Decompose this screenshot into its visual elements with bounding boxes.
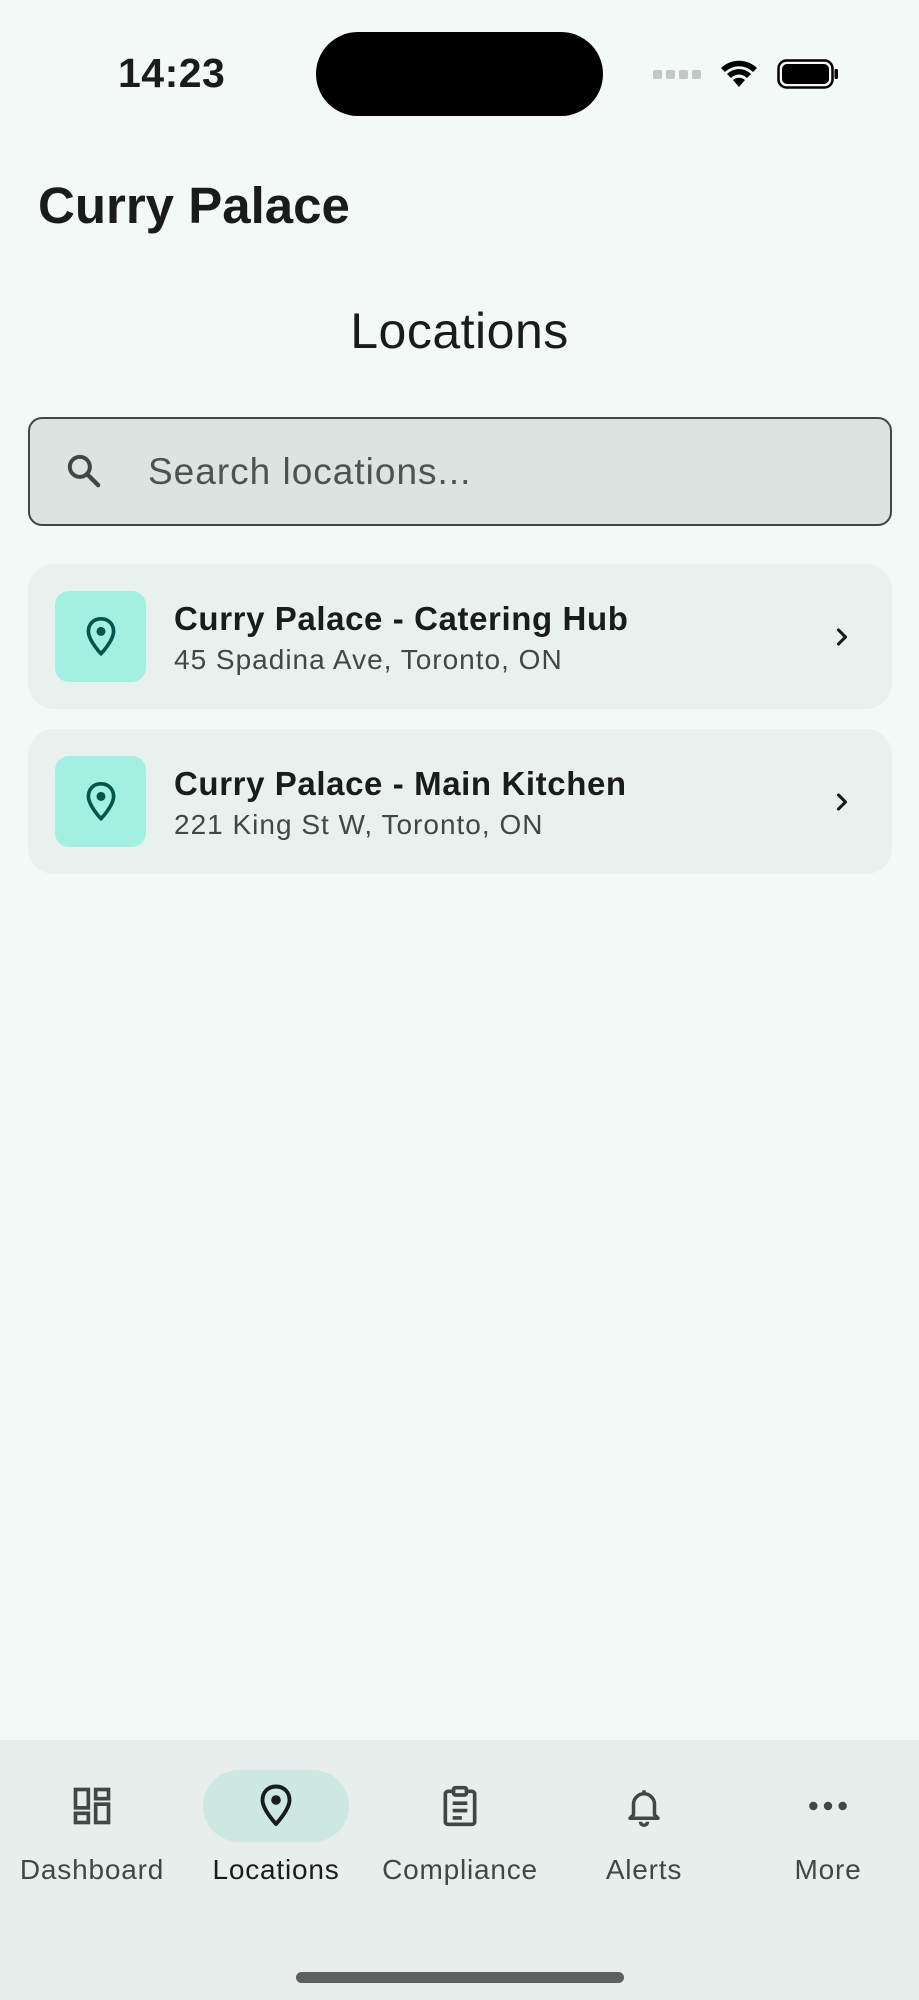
- nav-item-dashboard[interactable]: Dashboard: [0, 1770, 184, 1920]
- nav-label: More: [794, 1854, 862, 1885]
- location-icon-tile: [55, 591, 146, 682]
- nav-pill: [571, 1770, 717, 1842]
- clipboard-icon: [443, 1785, 477, 1827]
- bell-icon: [628, 1790, 660, 1827]
- nav-label: Compliance: [382, 1854, 538, 1885]
- nav-item-locations[interactable]: Locations: [184, 1770, 368, 1920]
- cellular-signal-icon: [653, 69, 701, 79]
- nav-pill-active: [203, 1770, 349, 1842]
- status-icons: [653, 56, 839, 92]
- map-pin-icon: [86, 781, 115, 821]
- location-icon-tile: [55, 756, 146, 847]
- location-card[interactable]: Curry Palace - Catering Hub 45 Spadina A…: [28, 564, 892, 709]
- status-bar: 14:23: [0, 0, 919, 150]
- search-icon: [67, 454, 101, 488]
- nav-label: Alerts: [605, 1854, 683, 1885]
- chevron-right-icon: [836, 793, 848, 811]
- location-address: 45 Spadina Ave, Toronto, ON: [174, 644, 563, 675]
- nav-item-alerts[interactable]: Alerts: [552, 1770, 736, 1920]
- search-box[interactable]: [28, 417, 892, 526]
- map-pin-icon: [86, 616, 115, 656]
- bottom-navigation: Dashboard Locations Compliance Alerts Mo…: [0, 1740, 919, 2000]
- locations-list: Curry Palace - Catering Hub 45 Spadina A…: [28, 564, 892, 894]
- more-horizontal-icon: [809, 1801, 847, 1811]
- status-time: 14:23: [118, 50, 226, 96]
- nav-item-compliance[interactable]: Compliance: [368, 1770, 552, 1920]
- dashboard-icon: [73, 1787, 111, 1825]
- map-pin-icon: [260, 1784, 292, 1826]
- nav-item-more[interactable]: More: [736, 1770, 919, 1920]
- nav-label: Dashboard: [19, 1854, 165, 1885]
- dynamic-island: [316, 32, 603, 116]
- home-indicator: [296, 1972, 624, 1983]
- location-name: Curry Palace - Main Kitchen: [174, 765, 627, 802]
- app-title: Curry Palace: [38, 177, 350, 234]
- location-card[interactable]: Curry Palace - Main Kitchen 221 King St …: [28, 729, 892, 874]
- location-name: Curry Palace - Catering Hub: [174, 600, 629, 637]
- chevron-right-icon: [836, 628, 848, 646]
- page-title: Locations: [350, 303, 569, 359]
- search-input[interactable]: [148, 419, 848, 524]
- wifi-icon: [719, 59, 759, 89]
- nav-pill: [387, 1770, 533, 1842]
- nav-pill: [755, 1770, 901, 1842]
- battery-icon: [777, 59, 839, 89]
- nav-pill: [19, 1770, 165, 1842]
- location-address: 221 King St W, Toronto, ON: [174, 809, 544, 840]
- nav-label: Locations: [212, 1854, 340, 1885]
